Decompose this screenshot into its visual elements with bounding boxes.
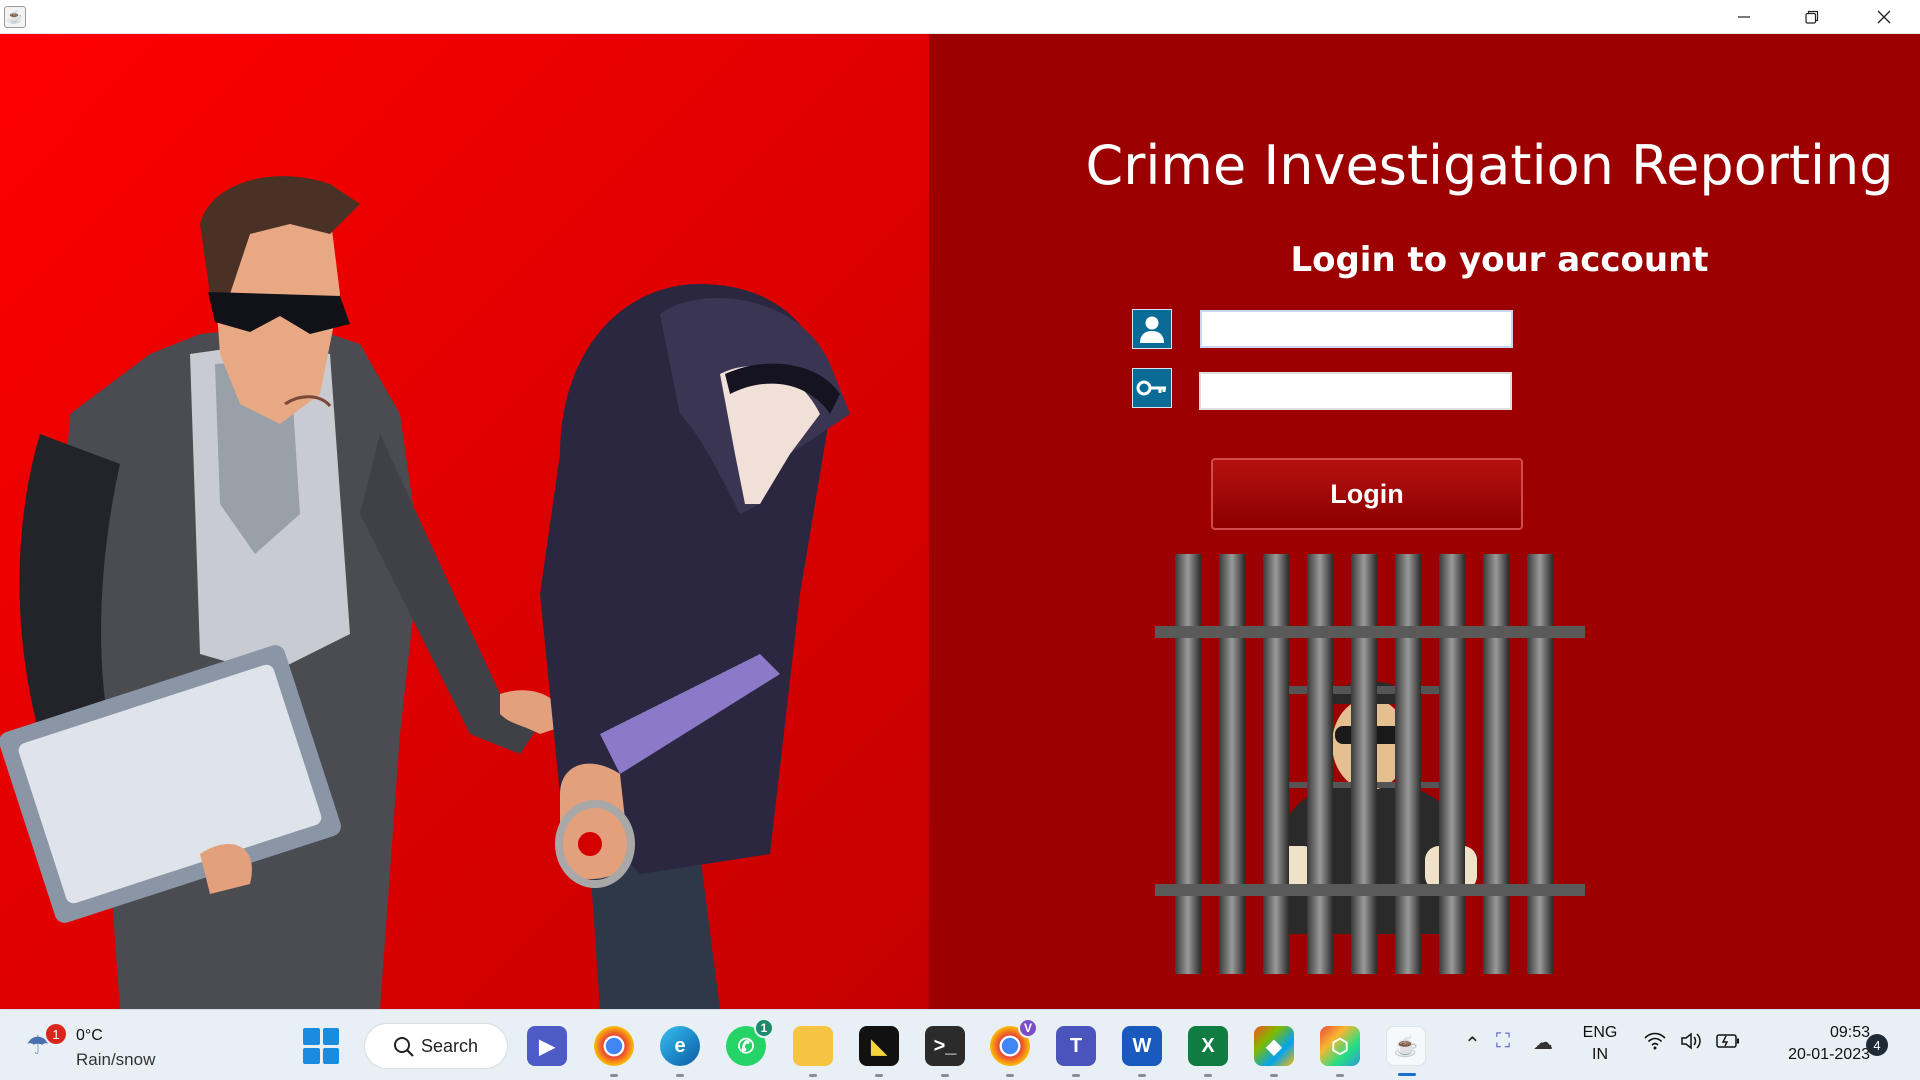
windows-logo-tile: [303, 1047, 320, 1064]
search-icon: [394, 1037, 414, 1057]
meet-icon[interactable]: ▶: [527, 1026, 567, 1066]
volume-icon[interactable]: [1680, 1032, 1702, 1056]
java-icon[interactable]: ☕: [4, 6, 26, 28]
clock-time: 09:53: [1829, 1024, 1870, 1041]
prisoner-behind-bars-illustration: [1155, 554, 1585, 974]
weather-badge: 1: [46, 1024, 66, 1044]
taskbar: ☂ 1 0°C Rain/snow Search ▶ e ✆ 1 ◣ >_ V T…: [0, 1009, 1920, 1080]
hooded-criminal-figure: [540, 284, 850, 1009]
windows-logo-tile: [322, 1028, 339, 1045]
whatsapp-badge: 1: [754, 1018, 774, 1038]
teams-tray-icon[interactable]: ⛶: [1496, 1030, 1522, 1056]
close-icon[interactable]: [1850, 0, 1918, 34]
edge-icon[interactable]: e: [660, 1026, 700, 1077]
notification-badge[interactable]: 4: [1866, 1034, 1888, 1056]
teams-icon[interactable]: T: [1056, 1026, 1096, 1077]
java-app-icon[interactable]: ☕: [1386, 1026, 1426, 1076]
language-indicator[interactable]: ENG IN: [1580, 1022, 1620, 1066]
battery-icon[interactable]: [1716, 1032, 1740, 1055]
taskbar-search[interactable]: Search: [364, 1023, 508, 1069]
onedrive-icon[interactable]: ☁: [1533, 1030, 1559, 1056]
app-title: Crime Investigation Reporting: [1085, 134, 1894, 197]
chrome-icon[interactable]: [594, 1026, 634, 1077]
chrome-profile-icon[interactable]: V: [990, 1018, 1038, 1077]
windows-logo-tile: [303, 1028, 320, 1045]
chrome-profile-badge: V: [1018, 1018, 1038, 1038]
jail-bars: [1155, 554, 1585, 974]
terminal-icon[interactable]: >_: [925, 1026, 965, 1077]
password-field[interactable]: [1199, 372, 1512, 410]
language-code: ENG: [1582, 1024, 1618, 1041]
search-label: Search: [421, 1035, 479, 1056]
start-button[interactable]: [303, 1028, 339, 1064]
dev-tool-icon[interactable]: ⬡: [1320, 1026, 1360, 1077]
detective-figure: [0, 176, 570, 1009]
login-panel: Crime Investigation Reporting Login to y…: [929, 34, 1920, 1009]
detective-arrest-illustration: [0, 176, 850, 1009]
wifi-icon[interactable]: [1644, 1032, 1666, 1056]
minimize-icon[interactable]: [1710, 0, 1778, 34]
chevron-up-icon[interactable]: ⌃: [1464, 1032, 1481, 1057]
illustration-panel: [0, 34, 929, 1009]
whatsapp-icon[interactable]: ✆ 1: [726, 1018, 774, 1066]
system-clock[interactable]: 09:53 20-01-2023: [1752, 1022, 1870, 1066]
windows-logo-tile: [322, 1047, 339, 1064]
weather-condition: Rain/snow: [76, 1050, 156, 1069]
key-icon: [1132, 368, 1172, 408]
username-field[interactable]: [1200, 310, 1513, 348]
sticky-notes-icon[interactable]: ◣: [859, 1026, 899, 1077]
login-button[interactable]: Login: [1211, 458, 1523, 530]
restore-icon[interactable]: [1778, 0, 1846, 34]
file-explorer-icon[interactable]: [793, 1026, 833, 1077]
user-icon: [1132, 309, 1172, 349]
clock-date: 20-01-2023: [1788, 1046, 1870, 1063]
window-titlebar: ☕: [0, 0, 1920, 34]
excel-icon[interactable]: X: [1188, 1026, 1228, 1077]
word-icon[interactable]: W: [1122, 1026, 1162, 1077]
weather-widget[interactable]: ☂ 1 0°C Rain/snow: [26, 1022, 186, 1070]
region-code: IN: [1592, 1046, 1608, 1063]
git-icon[interactable]: ◆: [1254, 1026, 1294, 1077]
login-subtitle: Login to your account: [1290, 240, 1709, 280]
weather-temperature: 0°C: [76, 1027, 103, 1044]
